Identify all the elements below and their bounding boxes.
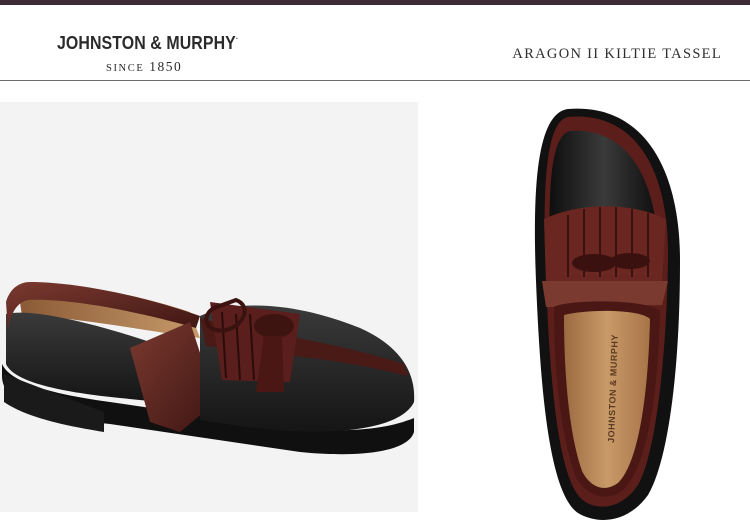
shoe-top-view-image[interactable]: JOHNSTON & MURPHY bbox=[418, 81, 750, 524]
since-label: SINCE bbox=[106, 63, 145, 74]
header: JOHNSTON & MURPHY. SINCE 1850 ARAGON II … bbox=[0, 5, 750, 80]
brand-logo[interactable]: JOHNSTON & MURPHY. bbox=[57, 32, 238, 54]
brand-name: JOHNSTON & MURPHY bbox=[57, 32, 236, 53]
brand-tagline: SINCE 1850 bbox=[106, 59, 182, 75]
brand-trademark: . bbox=[235, 32, 238, 41]
since-year: 1850 bbox=[149, 59, 183, 74]
shoe-side-view-image[interactable] bbox=[0, 102, 418, 512]
product-title: ARAGON II KILTIE TASSEL bbox=[512, 46, 722, 62]
